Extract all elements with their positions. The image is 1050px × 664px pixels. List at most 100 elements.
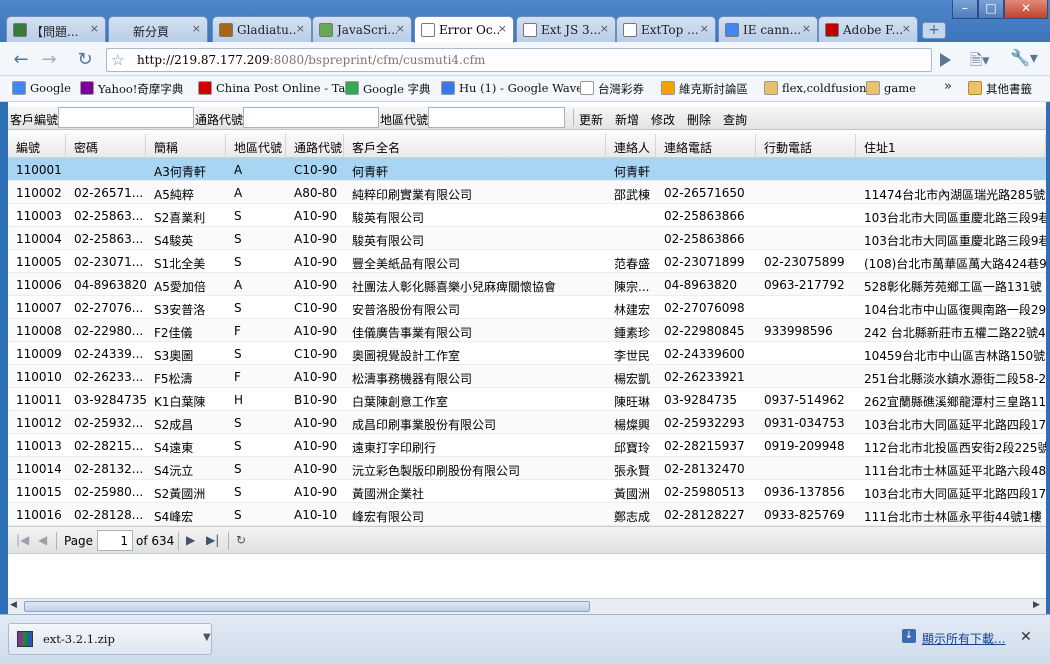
bookmark-item[interactable]: China Post Online - Ta... [198,81,356,95]
scroll-right-icon[interactable]: ▶ [1033,600,1040,610]
table-cell: S [234,301,242,315]
table-cell: 社團法人彰化縣喜樂小兒麻痺關懷協會 [352,280,557,294]
close-window-button[interactable]: ✕ [1004,0,1048,19]
chevron-down-icon[interactable]: ▼ [203,632,211,643]
column-header[interactable]: 客戶全名 [344,134,606,158]
page-content: 客戶編號 通路代號 地區代號 更新 新增 修改 刪除 查詢 編號 密碼 簡稱 地區代號… [8,102,1046,598]
download-item[interactable]: ext-3.2.1.zip ▼ [8,623,212,655]
tab-close-icon[interactable]: × [600,22,609,35]
query-button[interactable]: 查詢 [723,111,747,128]
tab-0[interactable]: 【問題... × [6,16,106,42]
table-row[interactable]: 110012 02-25932... S2成昌 S A10-90 成昌印刷事業股份有限公司… [8,411,1046,434]
tab-close-icon[interactable]: × [902,22,911,35]
bookmark-item[interactable]: Google 字典 [345,81,431,97]
other-bookmarks-folder[interactable]: 其他書籤 [968,81,1032,97]
table-row[interactable]: 110001 A3何青軒 A C10-90 何青軒 何青軒 [8,158,1046,181]
column-header[interactable]: 行動電話 [756,134,856,158]
tab-close-icon[interactable]: × [396,22,405,35]
table-cell: 110010 [16,370,62,384]
bookmark-item[interactable]: Yahoo!奇摩字典 [80,81,183,97]
customer-code-input[interactable] [58,107,194,128]
tab-1[interactable]: 新分頁 × [108,16,208,42]
table-row[interactable]: 110016 02-28128... S4峰宏 S A10-10 峰宏有限公司 鄭志成 02-… [8,503,1046,526]
column-header[interactable]: 密碼 [66,134,146,158]
channel-code-input[interactable] [243,107,379,128]
column-header[interactable]: 住址1 [856,134,1046,158]
table-cell: 103台北市大同區重慶北路三段9巷 [864,234,1046,248]
address-bar[interactable]: ☆ http://219.87.177.209:8080/bspreprint/… [106,48,932,72]
table-row[interactable]: 110009 02-24339... S3奧圖 S C10-90 奧圖視覺設計工作室 李世民… [8,342,1046,365]
wrench-icon[interactable]: 🔧▾ [1010,48,1038,67]
table-row[interactable]: 110014 02-28132... S4沅立 S A10-90 沅立彩色製版印刷股份有限… [8,457,1046,480]
bookmarks-more-button[interactable]: » [944,79,952,94]
scroll-left-icon[interactable]: ◀ [10,600,17,610]
table-row[interactable]: 110004 02-25863... S4駿英 S A10-90 駿英有限公司 02-258… [8,227,1046,250]
column-header[interactable]: 連絡人 [606,134,656,158]
maximize-button[interactable]: □ [978,0,1004,19]
table-row[interactable]: 110007 02-27076... S3安普洛 S C10-90 安普洛股份有限公司 林建… [8,296,1046,319]
horizontal-scrollbar[interactable]: ◀ ▶ [8,598,1046,614]
column-header[interactable]: 連絡電話 [656,134,756,158]
scrollbar-thumb[interactable] [24,601,590,612]
table-row[interactable]: 110002 02-26571... A5純粹 A A80-80 純粹印刷實業有限公司 邵武… [8,181,1046,204]
tab-close-icon[interactable]: × [192,22,201,35]
tab-2[interactable]: Gladiatu... × [212,16,312,42]
refresh-icon[interactable]: ↻ [236,533,246,547]
table-cell: S4峰宏 [154,510,194,524]
table-row[interactable]: 110008 02-22980... F2佳儀 F A10-90 佳儀廣告事業有限公司 鍾素… [8,319,1046,342]
bookmark-star-icon[interactable]: ☆ [111,51,124,69]
show-all-downloads-link[interactable]: 顯示所有下載... [922,630,1005,647]
close-icon[interactable]: ✕ [1020,629,1032,645]
bookmark-item[interactable]: game [866,81,916,95]
tab-6[interactable]: ExtTop ... × [616,16,716,42]
new-tab-button[interactable]: + [922,22,946,39]
page-number-input[interactable]: 1 [97,530,133,551]
column-header[interactable]: 通路代號 [286,134,344,158]
tab-close-icon[interactable]: × [802,22,811,35]
bookmark-item[interactable]: 台灣彩券 [580,81,644,97]
table-cell: 豐全美紙品有限公司 [352,257,461,271]
column-header[interactable]: 地區代號 [226,134,286,158]
prev-page-icon[interactable]: ◀ [38,533,47,547]
first-page-icon[interactable]: |◀ [16,533,29,547]
last-page-icon[interactable]: ▶| [206,533,219,547]
table-row[interactable]: 110013 02-28215... S4遠東 S A10-90 遠東打字印刷行 邱寶玲 02… [8,434,1046,457]
table-row[interactable]: 110005 02-23071... S1北全美 S A10-90 豐全美紙品有限公司 范春… [8,250,1046,273]
go-arrow-icon[interactable] [940,53,951,67]
bookmark-item[interactable]: Hu (1) - Google Wave [441,81,583,95]
table-row[interactable]: 110011 03-9284735 K1白葉陳 H B10-90 白葉陳創意工作室 陳旺琳 0… [8,388,1046,411]
table-cell: S2成昌 [154,418,194,432]
table-row[interactable]: 110015 02-25980... S2黃國洲 S A10-90 黃國洲企業社 黃國洲 02… [8,480,1046,503]
table-row[interactable]: 110010 02-26233... F5松濤 F A10-90 松濤事務機器有限公司 楊宏… [8,365,1046,388]
edit-button[interactable]: 修改 [651,111,675,128]
column-header[interactable]: 編號 [8,134,66,158]
tab-5[interactable]: Ext JS 3... × [516,16,616,42]
tab-favicon-icon [115,23,129,37]
table-cell: A10-90 [294,209,338,223]
bookmark-item[interactable]: flex,coldfusion [764,81,867,95]
back-arrow-icon[interactable]: ← [10,49,32,70]
tab-close-icon[interactable]: × [700,22,709,35]
forward-arrow-icon[interactable]: → [38,49,60,70]
bookmark-item[interactable]: 維克斯討論區 [661,81,748,97]
tab-4[interactable]: Error Oc... × [414,16,514,43]
tab-7[interactable]: IE cann... × [718,16,818,42]
tab-3[interactable]: JavaScri... × [312,16,412,42]
tab-close-icon[interactable]: × [90,22,99,35]
tab-close-icon[interactable]: × [296,22,305,35]
table-row[interactable]: 110006 04-8963820 A5愛加倍 A A10-90 社團法人彰化縣喜樂小兒麻… [8,273,1046,296]
table-row[interactable]: 110003 02-25863... S2喜業利 S A10-90 駿英有限公司 02-25… [8,204,1046,227]
reload-icon[interactable]: ↻ [74,49,96,70]
minimize-button[interactable]: – [952,0,978,19]
update-button[interactable]: 更新 [579,111,603,128]
add-button[interactable]: 新增 [615,111,639,128]
bookmark-item[interactable]: Google [12,81,71,95]
next-page-icon[interactable]: ▶ [186,533,195,547]
page-menu-icon[interactable]: 🗎▾ [970,50,990,75]
tab-8[interactable]: Adobe F... × [818,16,918,42]
region-code-input[interactable] [428,107,565,128]
delete-button[interactable]: 刪除 [687,111,711,128]
column-header[interactable]: 簡稱 [146,134,226,158]
table-cell: F2佳儀 [154,326,193,340]
tab-close-icon[interactable]: × [498,22,507,35]
